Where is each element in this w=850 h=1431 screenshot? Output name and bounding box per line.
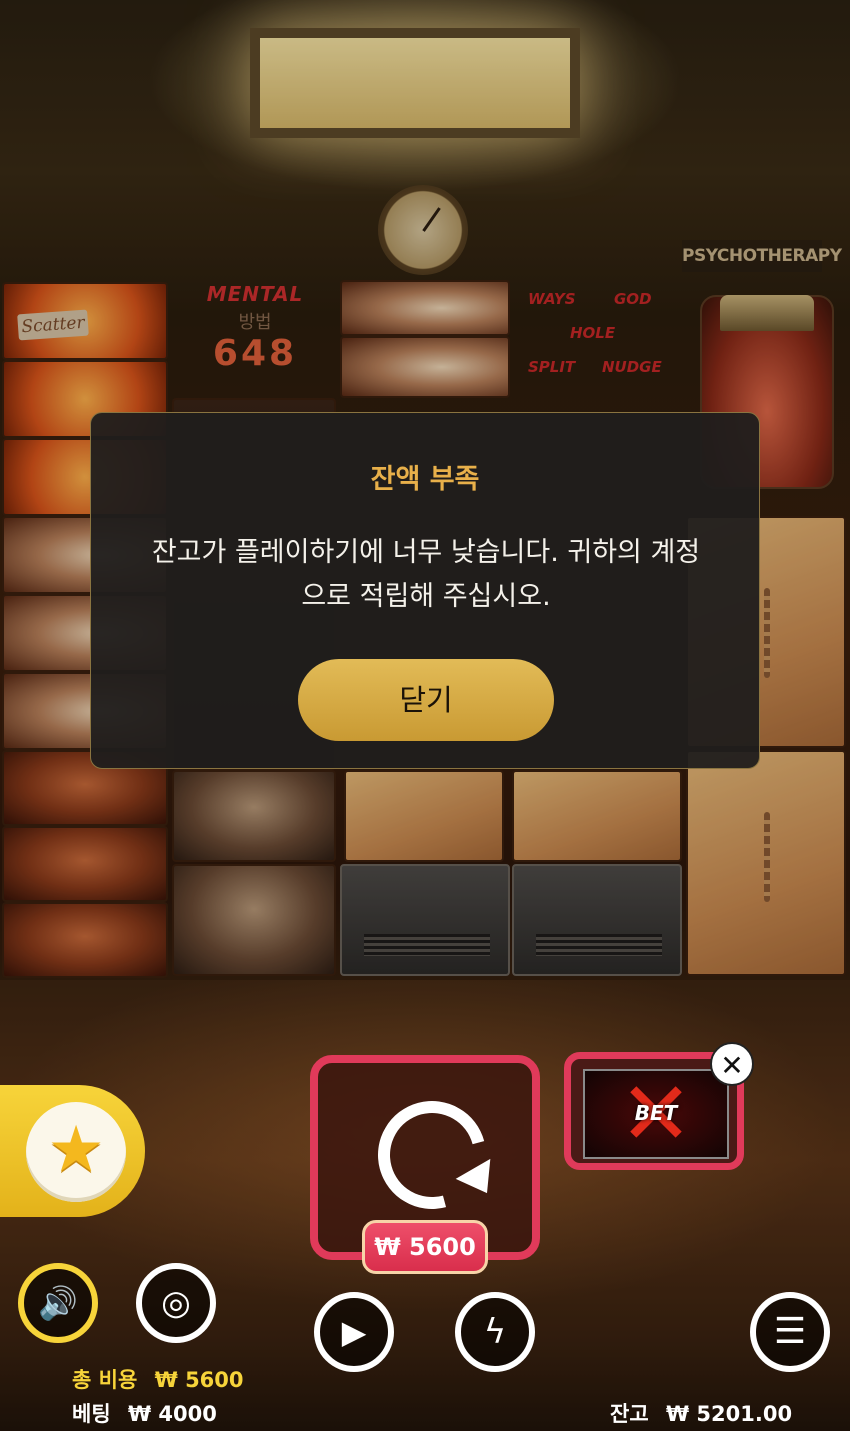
play-icon: ▶ [341,1313,367,1351]
bet-x-logo: ✕ BET [583,1069,729,1159]
spin-icon [358,1081,506,1229]
spin-cost-badge: ₩ 5600 [362,1220,488,1274]
autoplay-button[interactable]: ▶ [314,1292,394,1372]
dialog-message-line: 잔고가 플레이하기에 너무 낮습니다. 귀하의 계정 [151,537,701,568]
turbo-button[interactable]: ϟ [455,1292,535,1372]
menu-button[interactable]: ☰ [750,1292,830,1372]
star-icon: ★ [47,1113,105,1187]
favorite-button[interactable]: ★ [26,1102,126,1202]
balance-label: 잔고 [610,1402,649,1426]
insufficient-balance-dialog: 잔액 부족 잔고가 플레이하기에 너무 낮습니다. 귀하의 계정 으로 적립해 … [90,412,760,769]
bet-amount: 베팅 ₩ 4000 [72,1398,217,1428]
total-cost-label: 총 비용 [72,1368,138,1392]
coin-bet-button[interactable]: ◎ [136,1263,216,1343]
total-cost: 총 비용 ₩ 5600 [72,1364,244,1394]
balance: 잔고 ₩ 5201.00 [610,1398,792,1428]
dialog-title: 잔액 부족 [370,464,480,495]
bet-label: 베팅 [72,1402,111,1426]
close-dialog-button[interactable]: 닫기 [298,659,554,741]
bet-x-label: BET [634,1101,678,1125]
close-icon[interactable]: ✕ [710,1042,754,1086]
dialog-message: 잔고가 플레이하기에 너무 낮습니다. 귀하의 계정 으로 적립해 주십시오. [131,531,721,619]
dialog-message-line: 으로 적립해 주십시오. [301,581,551,612]
menu-icon: ☰ [773,1311,807,1352]
balance-value: ₩ 5201.00 [665,1402,793,1426]
coin-icon: ◎ [161,1283,191,1323]
sound-button[interactable]: 🔊 [18,1263,98,1343]
lightning-icon: ϟ [483,1312,507,1352]
bet-value: ₩ 4000 [127,1402,217,1426]
total-cost-value: ₩ 5600 [154,1368,244,1392]
sound-icon: 🔊 [38,1284,78,1322]
